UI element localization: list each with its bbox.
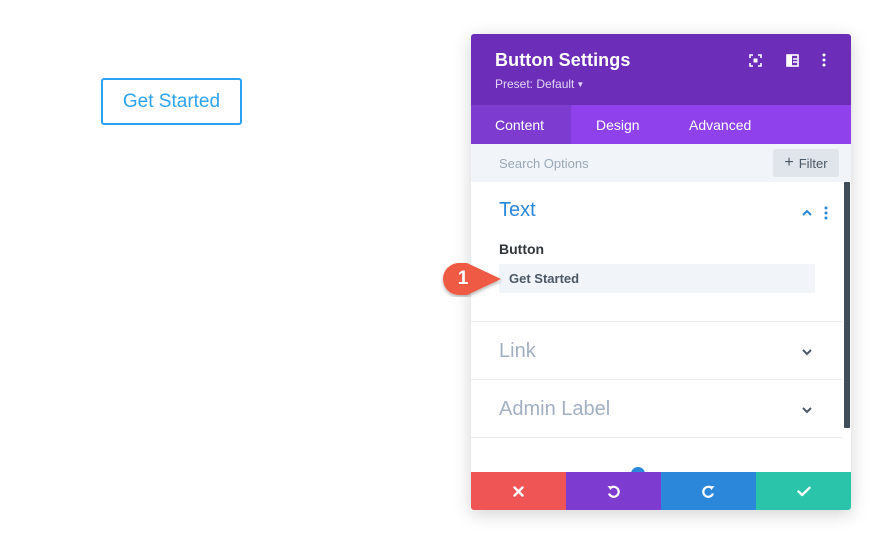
- save-check-icon: [796, 486, 811, 496]
- button-settings-panel: Button Settings Preset: Default ▼ Conten…: [471, 34, 851, 510]
- undo-icon: [607, 485, 620, 498]
- plus-icon: +: [784, 154, 794, 171]
- chevron-up-icon[interactable]: [800, 206, 814, 220]
- split-view-icon[interactable]: [784, 52, 800, 68]
- search-bar: + Filter: [471, 144, 851, 182]
- tab-design[interactable]: Design: [571, 105, 662, 144]
- settings-tabs: Content Design Advanced: [471, 105, 851, 144]
- panel-footer: [471, 472, 851, 510]
- panel-header: Button Settings Preset: Default ▼: [471, 34, 851, 105]
- discard-button[interactable]: [471, 472, 566, 510]
- button-text-label: Button: [499, 241, 545, 257]
- section-divider: [471, 437, 843, 438]
- section-options-icon[interactable]: [823, 205, 829, 221]
- section-divider: [471, 321, 843, 322]
- panel-scrollbar[interactable]: [844, 182, 850, 428]
- get-started-preview-button[interactable]: Get Started: [101, 78, 242, 125]
- button-text-input[interactable]: [499, 264, 815, 293]
- save-button[interactable]: [756, 472, 851, 510]
- search-options-input[interactable]: [471, 144, 761, 182]
- preset-dropdown[interactable]: Preset: Default ▼: [495, 77, 584, 91]
- redo-icon: [702, 485, 715, 498]
- link-section-title[interactable]: Link: [499, 340, 536, 363]
- callout-number: 1: [457, 268, 469, 289]
- filter-label: Filter: [798, 155, 828, 171]
- filter-button[interactable]: + Filter: [773, 149, 839, 177]
- chevron-down-icon[interactable]: [800, 403, 814, 417]
- admin-label-section-title[interactable]: Admin Label: [499, 398, 610, 421]
- tab-content[interactable]: Content: [471, 105, 571, 144]
- expand-icon[interactable]: [747, 52, 763, 68]
- redo-button[interactable]: [661, 472, 756, 510]
- undo-button[interactable]: [566, 472, 661, 510]
- text-section-title[interactable]: Text: [499, 199, 536, 222]
- section-divider: [471, 379, 843, 380]
- tab-advanced[interactable]: Advanced: [662, 105, 762, 144]
- close-icon: [513, 485, 524, 497]
- step-callout-marker: 1: [441, 261, 503, 297]
- caret-down-icon: ▼: [576, 80, 585, 89]
- chevron-down-icon[interactable]: [800, 345, 814, 359]
- panel-title: Button Settings: [495, 50, 631, 70]
- preset-label: Preset: Default: [495, 77, 575, 91]
- more-options-icon[interactable]: [816, 52, 832, 68]
